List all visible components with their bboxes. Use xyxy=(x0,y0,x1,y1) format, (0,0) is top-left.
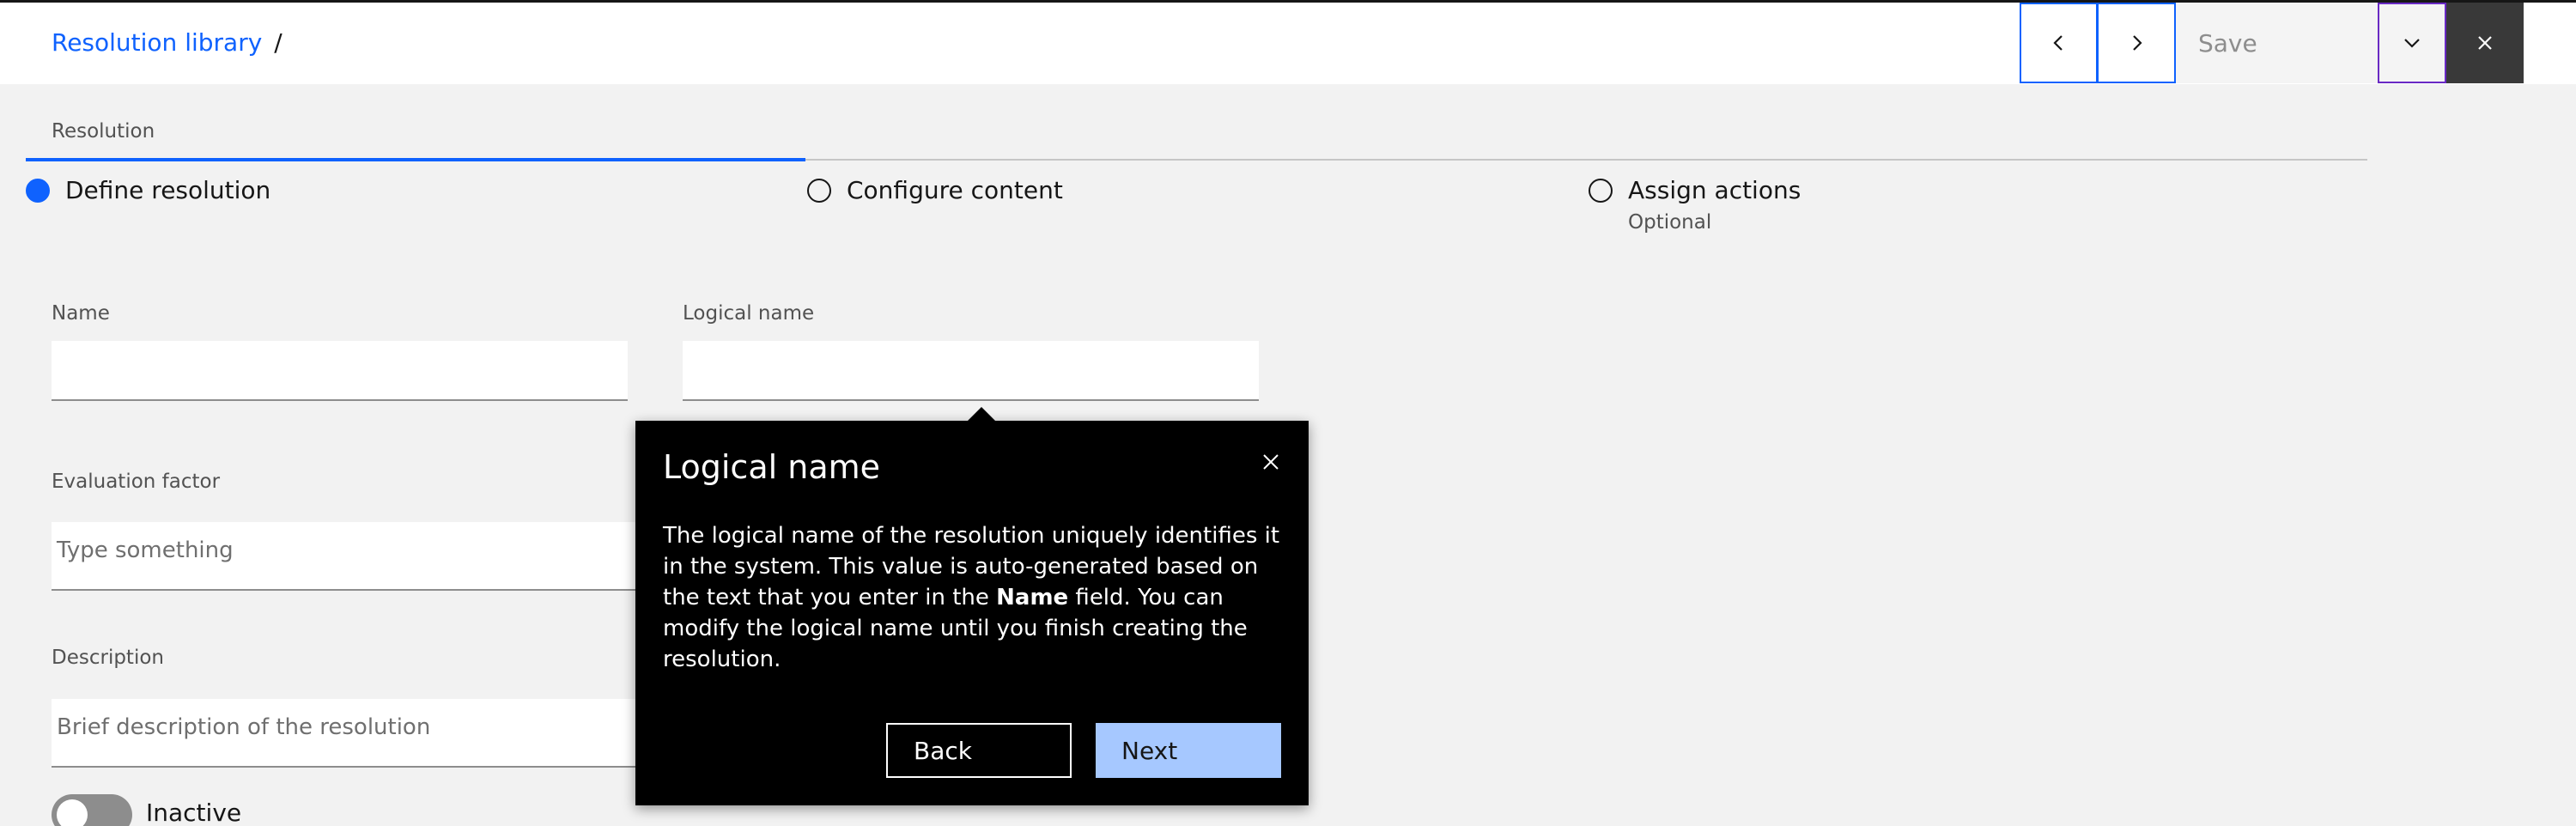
popover-back-button[interactable]: Back xyxy=(886,723,1072,778)
close-icon xyxy=(2478,36,2492,50)
step-current-icon xyxy=(26,179,50,203)
step-label: Define resolution xyxy=(65,176,271,204)
status-toggle[interactable] xyxy=(52,794,132,826)
step-label: Assign actions xyxy=(1628,176,1801,204)
chevron-right-icon xyxy=(2133,35,2142,51)
popover-body-emphasis: Name xyxy=(996,585,1069,610)
logical-name-popover: Logical name The logical name of the res… xyxy=(635,421,1309,805)
chevron-down-icon xyxy=(2404,39,2420,48)
save-options-dropdown-button[interactable] xyxy=(2378,3,2446,83)
step-incomplete-icon xyxy=(1589,179,1613,203)
description-input[interactable] xyxy=(52,699,635,768)
popover-title: Logical name xyxy=(663,448,881,486)
popover-close-button[interactable] xyxy=(1255,446,1286,477)
step-configure-content[interactable]: Configure content xyxy=(807,176,1063,204)
step-label: Configure content xyxy=(847,176,1063,204)
popover-body: The logical name of the resolution uniqu… xyxy=(663,520,1290,675)
previous-button[interactable] xyxy=(2020,3,2098,83)
popover-next-button[interactable]: Next xyxy=(1096,723,1281,778)
name-input[interactable] xyxy=(52,341,628,401)
close-button[interactable] xyxy=(2446,3,2524,83)
logical-name-label: Logical name xyxy=(683,302,815,325)
breadcrumb-resolution-library-link[interactable]: Resolution library xyxy=(52,28,262,57)
toggle-knob xyxy=(57,799,88,826)
breadcrumb: Resolution library / xyxy=(52,28,283,57)
toolbar: Save xyxy=(2020,3,2524,83)
step-optional-label: Optional xyxy=(1628,211,1712,234)
breadcrumb-separator: / xyxy=(274,28,283,57)
step-incomplete-icon xyxy=(807,179,831,203)
save-button[interactable]: Save xyxy=(2176,3,2378,83)
chevron-left-icon xyxy=(2052,35,2063,51)
step-define-resolution[interactable]: Define resolution xyxy=(26,176,270,204)
logical-name-input[interactable] xyxy=(683,341,1259,401)
status-toggle-label: Inactive xyxy=(146,799,242,826)
step-assign-actions[interactable]: Assign actions Optional xyxy=(1589,176,1801,234)
section-label: Resolution xyxy=(52,120,155,143)
evaluation-factor-input[interactable] xyxy=(52,522,635,591)
progress-fill xyxy=(26,158,805,161)
next-step-button[interactable] xyxy=(2098,3,2176,83)
evaluation-factor-label: Evaluation factor xyxy=(52,471,221,493)
description-label: Description xyxy=(52,647,164,669)
name-label: Name xyxy=(52,302,110,325)
close-icon xyxy=(1263,454,1279,470)
